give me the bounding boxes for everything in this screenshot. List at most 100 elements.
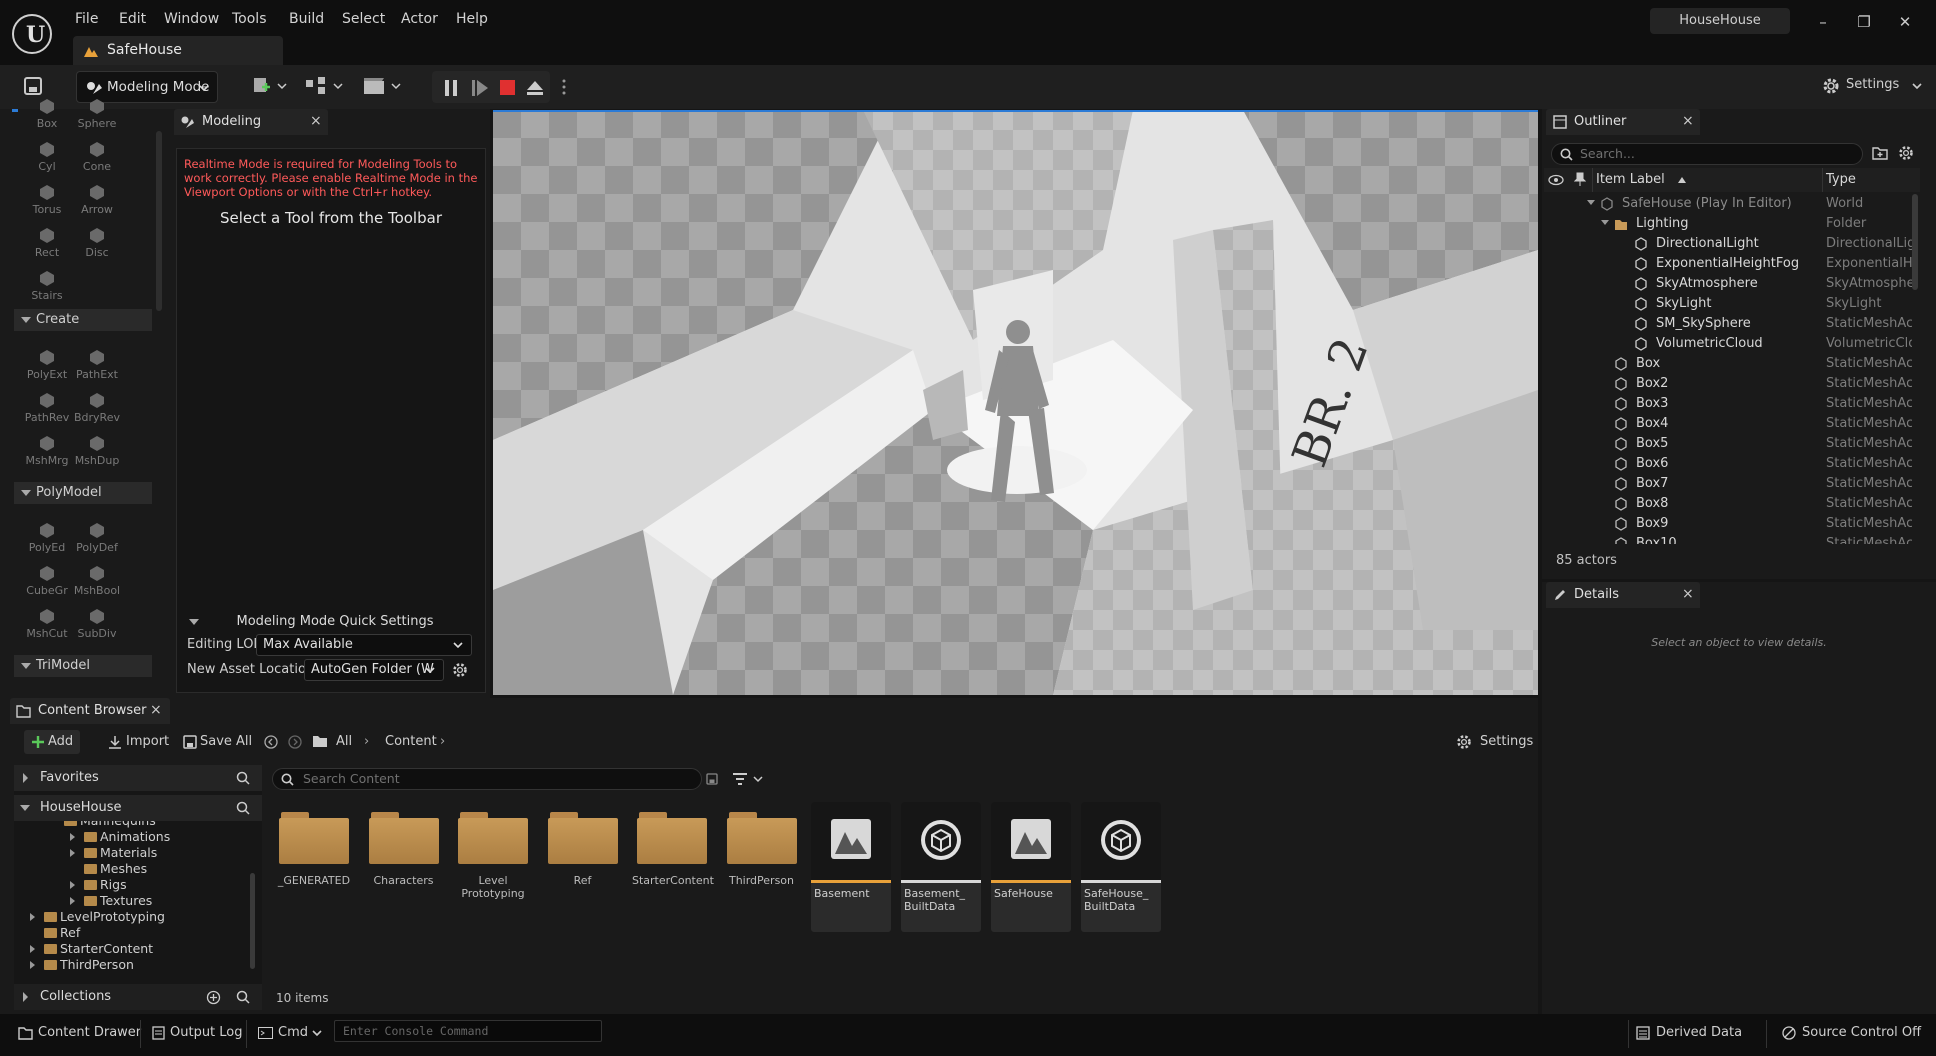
forward-icon[interactable] [288,735,302,749]
level-tab[interactable]: SafeHouse [73,36,283,65]
save-all-button[interactable]: Save All [182,730,252,754]
eject-icon[interactable] [526,80,544,96]
outliner-row[interactable]: Box3 StaticMeshActor [1544,394,1920,414]
outliner-row[interactable]: Box10 StaticMeshActor [1544,534,1920,544]
cmd-dropdown[interactable]: Cmd [258,1019,322,1047]
tool-cyl[interactable]: Cyl [22,140,72,173]
tool-mshbool[interactable]: MshBool [72,564,122,597]
outliner-scrollbar[interactable] [1912,194,1918,290]
expand-arrow-icon[interactable] [30,961,35,969]
outliner-row[interactable]: Box4 StaticMeshActor [1544,414,1920,434]
tool-rect[interactable]: Rect [22,226,72,259]
cinematics-icon[interactable] [362,75,402,97]
content-drawer-button[interactable]: Content Drawer [18,1019,141,1047]
search-icon[interactable] [236,990,250,1004]
add-folder-icon[interactable] [1872,146,1888,160]
tool-mshdup[interactable]: MshDup [72,434,122,467]
content-search[interactable]: Search Content [272,768,702,790]
outliner-row[interactable]: Box7 StaticMeshActor [1544,474,1920,494]
outliner-row[interactable]: SM_SkySphere StaticMeshActor [1544,314,1920,334]
folder-item[interactable]: StarterContent [632,802,714,887]
tool-arrow[interactable]: Arrow [72,183,122,216]
tree-folder[interactable]: Textures [70,893,152,909]
column-item-label[interactable]: Item Label [1596,172,1665,187]
outliner-row[interactable]: DirectionalLight DirectionalLight [1544,234,1920,254]
tree-folder[interactable]: Ref [44,925,80,941]
close-tab-icon[interactable]: × [150,702,162,718]
close-tab-icon[interactable]: × [310,113,322,129]
editing-lod-dropdown[interactable]: Max Available [256,634,472,656]
menu-file[interactable]: File [73,11,100,33]
tool-subdiv[interactable]: SubDiv [72,607,122,640]
palette-scrollbar[interactable] [156,131,162,311]
create-section-header[interactable]: Create [14,309,152,331]
tool-mshcut[interactable]: MshCut [22,607,72,640]
add-collection-icon[interactable] [206,990,221,1005]
level-viewport[interactable]: BR. 2 [493,110,1538,695]
search-icon[interactable] [236,801,250,815]
asset-card[interactable]: Basement [811,802,891,932]
outliner-row[interactable]: Box9 StaticMeshActor [1544,514,1920,534]
tool-bdryrev[interactable]: BdryRev [72,391,122,424]
tool-cubegr[interactable]: CubeGr [22,564,72,597]
project-header[interactable]: HouseHouse [14,795,262,821]
expand-arrow-icon[interactable] [30,913,35,921]
column-type[interactable]: Type [1826,172,1856,187]
outliner-row[interactable]: SafeHouse (Play In Editor) World [1544,194,1920,214]
outliner-row[interactable]: Box8 StaticMeshActor [1544,494,1920,514]
step-frame-icon[interactable] [472,80,488,96]
tree-folder[interactable]: LevelPrototyping [30,909,165,925]
asset-card[interactable]: SafeHouse [991,802,1071,932]
outliner-row[interactable]: Lighting Folder [1544,214,1920,234]
outliner-row[interactable]: ExponentialHeightFog ExponentialHeightFog [1544,254,1920,274]
gear-icon[interactable] [452,662,468,678]
pause-icon[interactable] [444,80,458,96]
outliner-settings-gear-icon[interactable] [1898,145,1914,161]
derived-data-button[interactable]: Derived Data [1636,1019,1742,1047]
outliner-row[interactable]: SkyLight SkyLight [1544,294,1920,314]
stop-icon[interactable] [500,80,516,96]
unreal-logo-icon[interactable]: U [12,14,52,54]
restore-button[interactable]: ❐ [1847,8,1881,36]
tool-sphere[interactable]: Sphere [72,97,122,130]
outliner-row[interactable]: Box StaticMeshActor [1544,354,1920,374]
menu-edit[interactable]: Edit [117,11,148,33]
source-control-button[interactable]: Source Control Off [1782,1019,1921,1047]
save-icon[interactable] [24,77,42,95]
asset-card[interactable]: SafeHouse_ BuiltData [1081,802,1161,932]
close-tab-icon[interactable]: × [1682,586,1694,602]
tree-folder[interactable]: ThirdPerson [30,957,134,973]
tree-folder[interactable]: Mannequins [64,821,156,829]
path-content[interactable]: Content [385,730,437,754]
settings-button[interactable]: Settings [1816,70,1926,102]
cb-settings-button[interactable]: Settings [1456,730,1533,754]
tool-box[interactable]: Box [22,97,72,130]
collapse-arrow-icon[interactable] [1586,197,1600,211]
menu-help[interactable]: Help [454,11,490,33]
import-button[interactable]: Import [106,730,169,754]
tool-disc[interactable]: Disc [72,226,122,259]
tool-torus[interactable]: Torus [22,183,72,216]
outliner-row[interactable]: VolumetricCloud VolumetricCloud [1544,334,1920,354]
expand-arrow-icon[interactable] [70,833,75,841]
tree-folder[interactable]: Animations [70,829,170,845]
outliner-row[interactable]: Box6 StaticMeshActor [1544,454,1920,474]
tree-folder[interactable]: StarterContent [30,941,153,957]
back-icon[interactable] [264,735,278,749]
polymodel-section-header[interactable]: PolyModel [14,482,152,504]
expand-arrow-icon[interactable] [30,945,35,953]
blueprint-icon[interactable] [304,75,344,97]
outliner-row[interactable]: SkyAtmosphere SkyAtmosphere [1544,274,1920,294]
filter-icon[interactable] [732,772,764,786]
menu-tools[interactable]: Tools [230,11,269,33]
console-input[interactable]: Enter Console Command [334,1020,602,1042]
asset-location-dropdown[interactable]: AutoGen Folder (W [304,659,444,681]
outliner-row[interactable]: Box2 StaticMeshActor [1544,374,1920,394]
outliner-search[interactable]: Search... [1551,143,1863,165]
details-tab[interactable]: Details × [1546,582,1700,608]
tool-polyext[interactable]: PolyExt [22,348,72,381]
tool-cone[interactable]: Cone [72,140,122,173]
menu-select[interactable]: Select [340,11,387,33]
folder-item[interactable]: Ref [543,802,623,887]
search-icon[interactable] [236,771,250,785]
